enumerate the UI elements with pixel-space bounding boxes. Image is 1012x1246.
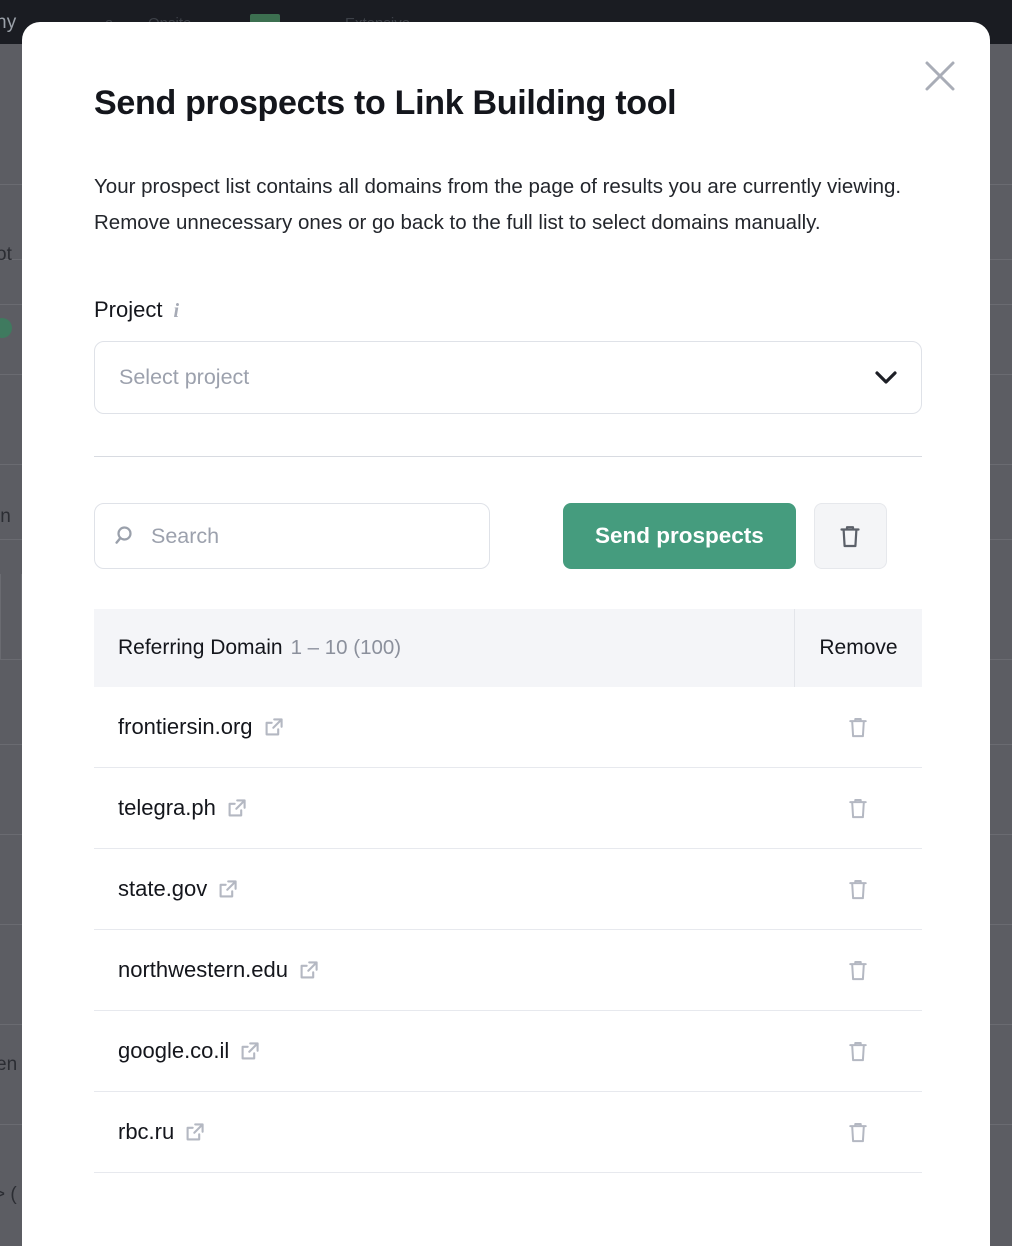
domain-cell: google.co.il bbox=[94, 1038, 794, 1064]
external-link-icon[interactable] bbox=[299, 960, 319, 980]
background-status-dot bbox=[0, 318, 12, 338]
navbar-brand-text: ny bbox=[0, 12, 17, 33]
table-row: northwestern.edu bbox=[94, 930, 922, 1012]
domain-label: state.gov bbox=[118, 876, 208, 902]
remove-row-button[interactable] bbox=[794, 1040, 922, 1063]
table-header-row: Referring Domain 1 – 10 (100) Remove bbox=[94, 609, 922, 688]
project-select[interactable]: Select project bbox=[94, 341, 922, 415]
domain-label: telegra.ph bbox=[118, 795, 216, 821]
table-row: telegra.ph bbox=[94, 768, 922, 850]
send-prospects-button[interactable]: Send prospects bbox=[563, 503, 796, 570]
external-link-icon[interactable] bbox=[240, 1041, 260, 1061]
project-field-group: Project i Select project bbox=[94, 297, 922, 415]
domain-label: rbc.ru bbox=[118, 1119, 175, 1145]
domain-label: northwestern.edu bbox=[118, 957, 288, 983]
column-header-label: Referring Domain bbox=[118, 636, 283, 660]
domain-cell: state.gov bbox=[94, 876, 794, 902]
table-row: google.co.il bbox=[94, 1011, 922, 1093]
search-input[interactable] bbox=[151, 523, 469, 549]
column-header-count: 1 – 10 (100) bbox=[290, 636, 402, 660]
external-link-icon[interactable] bbox=[264, 717, 284, 737]
background-row-label-2: en bbox=[0, 1054, 18, 1075]
table-row: rbc.ru bbox=[94, 1092, 922, 1174]
background-row-label-1: in bbox=[0, 506, 11, 527]
project-label: Project bbox=[94, 297, 163, 323]
section-divider bbox=[94, 456, 922, 458]
remove-row-button[interactable] bbox=[794, 878, 922, 901]
remove-row-button[interactable] bbox=[794, 716, 922, 739]
prospects-toolbar: Send prospects bbox=[94, 503, 922, 570]
page-title: Send prospects to Link Building tool bbox=[94, 84, 677, 122]
table-body: frontiersin.org telegra.ph state.gov nor… bbox=[94, 687, 922, 1174]
domain-label: google.co.il bbox=[118, 1038, 230, 1064]
chevron-down-icon bbox=[875, 370, 897, 385]
domain-cell: frontiersin.org bbox=[94, 714, 794, 740]
info-icon[interactable]: i bbox=[173, 299, 179, 321]
domain-cell: telegra.ph bbox=[94, 795, 794, 821]
background-row-label-3: > ( bbox=[0, 1184, 17, 1205]
external-link-icon[interactable] bbox=[227, 798, 247, 818]
prospects-table: Referring Domain 1 – 10 (100) Remove fro… bbox=[94, 609, 922, 1174]
table-row: frontiersin.org bbox=[94, 687, 922, 769]
domain-label: frontiersin.org bbox=[118, 714, 253, 740]
table-row: state.gov bbox=[94, 849, 922, 931]
search-field[interactable] bbox=[94, 503, 490, 570]
external-link-icon[interactable] bbox=[218, 879, 238, 899]
domain-cell: rbc.ru bbox=[94, 1119, 794, 1145]
remove-row-button[interactable] bbox=[794, 959, 922, 982]
column-header-remove: Remove bbox=[794, 609, 922, 688]
domain-cell: northwestern.edu bbox=[94, 957, 794, 983]
remove-row-button[interactable] bbox=[794, 1121, 922, 1144]
remove-row-button[interactable] bbox=[794, 797, 922, 820]
delete-all-button[interactable] bbox=[813, 503, 887, 570]
modal-description: Your prospect list contains all domains … bbox=[94, 175, 902, 235]
project-select-placeholder: Select project bbox=[119, 365, 250, 390]
project-label-row: Project i bbox=[94, 297, 918, 323]
background-cell-border bbox=[0, 574, 22, 659]
background-row-label-0: ot bbox=[0, 244, 12, 265]
send-prospects-modal: Send prospects to Link Building tool You… bbox=[22, 22, 990, 1246]
close-icon[interactable] bbox=[918, 54, 962, 98]
column-header-referring-domain: Referring Domain 1 – 10 (100) bbox=[94, 636, 794, 660]
external-link-icon[interactable] bbox=[185, 1122, 205, 1142]
search-icon bbox=[115, 525, 137, 547]
